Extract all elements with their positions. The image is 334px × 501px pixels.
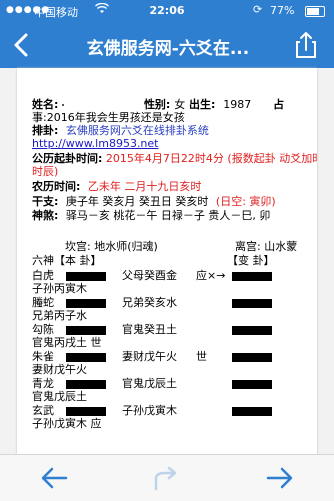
line-mark: 世 bbox=[196, 350, 207, 363]
gl-note: (报数起卦 动爻加时辰) bbox=[227, 152, 317, 165]
redacted-block bbox=[232, 325, 272, 335]
gender-value: 女 bbox=[174, 98, 186, 111]
battery-percent: 77% bbox=[270, 4, 295, 17]
six-god-label: 螣蛇 bbox=[32, 296, 54, 309]
name-redacted bbox=[62, 98, 88, 112]
nav-bar: 玄佛服务网-六爻在... bbox=[0, 22, 334, 68]
line-row: 青龙 官鬼戊辰土 bbox=[32, 377, 272, 391]
share-button[interactable] bbox=[290, 30, 322, 60]
arrow-right-icon bbox=[266, 467, 293, 489]
line-sub-text: 兄弟丙子水 bbox=[32, 309, 87, 322]
gz-label: 干支: bbox=[32, 195, 59, 208]
name-label: 姓名: bbox=[32, 98, 59, 111]
paipan-value: 玄佛服务网六爻在线排卦系统 bbox=[65, 124, 209, 137]
nl-row: 农历时间: 乙未年 二月十九日亥时 bbox=[32, 180, 201, 194]
redacted-block bbox=[232, 271, 272, 281]
document-page: 姓名: 性别: 女 出生: 1987 占 事:2016年我会生男孩还是女孩 排卦… bbox=[17, 68, 317, 454]
ss-row: 神煞: 驿马－亥 桃花－午 日禄－子 贵人－巳, 卯 bbox=[32, 209, 270, 223]
browser-share-button[interactable] bbox=[150, 463, 184, 493]
line-main-text: 妻财戊午火 bbox=[122, 350, 177, 363]
six-god-label: 勾陈 bbox=[32, 323, 54, 336]
six-god-label: 青龙 bbox=[32, 377, 54, 390]
redacted-block bbox=[66, 406, 106, 416]
line-row: 白虎 父母癸酉金 应×→ bbox=[32, 269, 272, 283]
birth-label: 出生: bbox=[189, 98, 216, 111]
share-icon bbox=[296, 32, 316, 58]
browser-back-button[interactable] bbox=[38, 463, 72, 493]
six-god-label: 玄武 bbox=[32, 404, 54, 417]
redacted-block bbox=[232, 298, 272, 308]
palace-right: 离宫: 山水蒙 bbox=[235, 240, 298, 253]
gl-note-cont: 时辰) bbox=[32, 165, 59, 178]
redacted-block bbox=[66, 352, 106, 362]
redacted-block bbox=[66, 379, 106, 389]
redacted-block bbox=[232, 352, 272, 362]
six-god-label: 白虎 bbox=[32, 269, 54, 282]
line-sub-text: 官鬼丙戌土 世 bbox=[32, 336, 102, 349]
divine-label: 占 bbox=[273, 98, 285, 111]
palace-left: 坎宫: 地水师(归魂) bbox=[65, 240, 158, 253]
line-row: 朱雀 妻财戊午火 世 bbox=[32, 350, 272, 364]
line-main-text: 父母癸酉金 bbox=[122, 269, 177, 282]
gl-row: 公历起卦时间: 2015年4月7日22时4分 (报数起卦 动爻加时辰) bbox=[32, 152, 317, 166]
gz-note: (日空: 寅卯) bbox=[215, 195, 276, 208]
line-main-text: 官鬼癸丑土 bbox=[122, 323, 177, 336]
redacted-block bbox=[66, 271, 106, 281]
redacted-block bbox=[66, 298, 106, 308]
page-title: 玄佛服务网-六爻在... bbox=[86, 39, 250, 59]
line-row: 勾陈 官鬼癸丑土 bbox=[32, 323, 272, 337]
nl-value: 乙未年 二月十九日亥时 bbox=[87, 180, 202, 193]
ss-label: 神煞: bbox=[32, 209, 59, 222]
header-right: 【变 卦】 bbox=[227, 254, 275, 267]
name-row: 姓名: 性别: 女 出生: 1987 占 bbox=[32, 98, 284, 112]
ss-value: 驿马－亥 桃花－午 日禄－子 贵人－巳, 卯 bbox=[65, 209, 271, 222]
gl-value: 2015年4月7日22时4分 bbox=[105, 152, 224, 165]
battery-icon bbox=[305, 6, 325, 17]
gz-row: 干支: 庚子年 癸亥月 癸丑日 癸亥时 (日空: 寅卯) bbox=[32, 195, 276, 209]
header-left: 六神【本 卦】 bbox=[32, 254, 102, 267]
browser-forward-button[interactable] bbox=[262, 463, 296, 493]
bottom-toolbar bbox=[0, 454, 334, 501]
site-link[interactable]: http://www.lm8953.net bbox=[32, 137, 159, 151]
line-sub-text: 子孙戊寅木 应 bbox=[32, 417, 102, 430]
event-row: 事:2016年我会生男孩还是女孩 bbox=[32, 111, 185, 124]
line-main-text: 子孙戊寅木 bbox=[122, 404, 177, 417]
line-main-text: 官鬼戊辰土 bbox=[122, 377, 177, 390]
six-god-label: 朱雀 bbox=[32, 350, 54, 363]
share-arrow-icon bbox=[154, 466, 177, 491]
chevron-left-icon bbox=[14, 33, 28, 57]
line-mark: 应×→ bbox=[196, 269, 226, 282]
line-sub-text: 妻财戊午火 bbox=[32, 363, 87, 376]
redacted-block bbox=[232, 406, 272, 416]
line-main-text: 兄弟癸亥水 bbox=[122, 296, 177, 309]
nl-label: 农历时间: bbox=[32, 180, 81, 193]
line-row: 螣蛇 兄弟癸亥水 bbox=[32, 296, 272, 310]
line-row: 玄武 子孙戊寅木 bbox=[32, 404, 272, 418]
gender-label: 性别: bbox=[143, 98, 171, 111]
status-bar: ●●●●● 中国移动 22:06 ⟳ 77% bbox=[0, 0, 334, 22]
gz-value: 庚子年 癸亥月 癸丑日 癸亥时 bbox=[65, 195, 209, 208]
rotation-lock-icon: ⟳ bbox=[253, 3, 263, 16]
paipan-row: 排卦: 玄佛服务网六爻在线排卦系统 bbox=[32, 124, 209, 138]
redacted-block bbox=[232, 379, 272, 389]
gl-label: 公历起卦时间: bbox=[32, 152, 103, 165]
redacted-block bbox=[66, 325, 106, 335]
line-sub-text: 子孙丙寅木 bbox=[32, 282, 87, 295]
back-button[interactable] bbox=[8, 28, 38, 62]
paipan-label: 排卦: bbox=[32, 124, 59, 137]
arrow-left-icon bbox=[41, 467, 68, 489]
line-sub-text: 官鬼戊辰土 bbox=[32, 390, 87, 403]
birth-value: 1987 bbox=[223, 98, 252, 111]
